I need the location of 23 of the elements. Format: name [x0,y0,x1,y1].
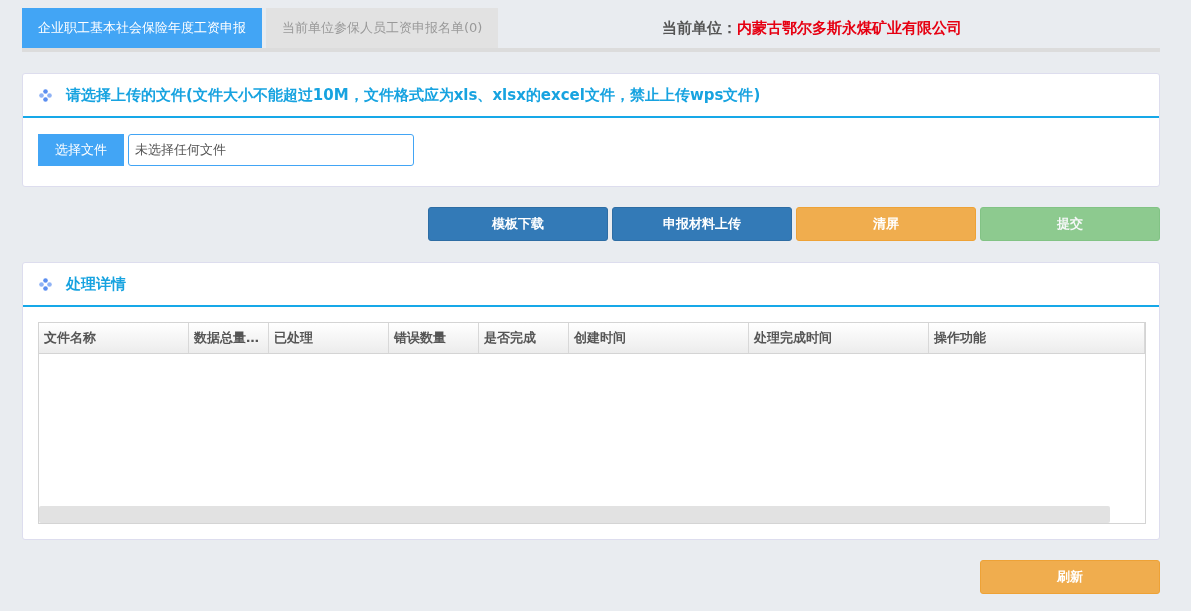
diamond-dots-icon [39,88,52,102]
action-button[interactable]: 模板下载 [428,207,608,241]
file-name-field[interactable]: 未选择任何文件 [128,134,414,166]
panel-title: 处理详情 [66,274,126,294]
refresh-button[interactable]: 刷新 [980,560,1160,594]
current-unit-name: 内蒙古鄂尔多斯永煤矿业有限公司 [737,18,963,38]
tab[interactable]: 企业职工基本社会保险年度工资申报 [22,8,262,48]
column-header: 操作功能 [929,323,1145,353]
action-button[interactable]: 申报材料上传 [612,207,792,241]
column-header: 是否完成 [479,323,569,353]
choose-file-button[interactable]: 选择文件 [38,134,124,166]
current-unit-label: 当前单位： [662,18,738,38]
column-header: 已处理 [269,323,389,353]
panel-title: 请选择上传的文件(文件大小不能超过10M，文件格式应为xls、xlsx的excel文件，禁止上传wps文件) [66,85,761,105]
tab[interactable]: 当前单位参保人员工资申报名单(0) [266,8,499,48]
column-header: 错误数量 [389,323,479,353]
column-header: 文件名称 [39,323,189,353]
horizontal-scrollbar[interactable] [39,506,1110,523]
diamond-dots-icon [39,277,52,291]
column-header: 创建时间 [569,323,749,353]
column-header: 数据总量… [189,323,269,353]
column-header: 处理完成时间 [749,323,929,353]
action-button[interactable]: 清屏 [796,207,976,241]
